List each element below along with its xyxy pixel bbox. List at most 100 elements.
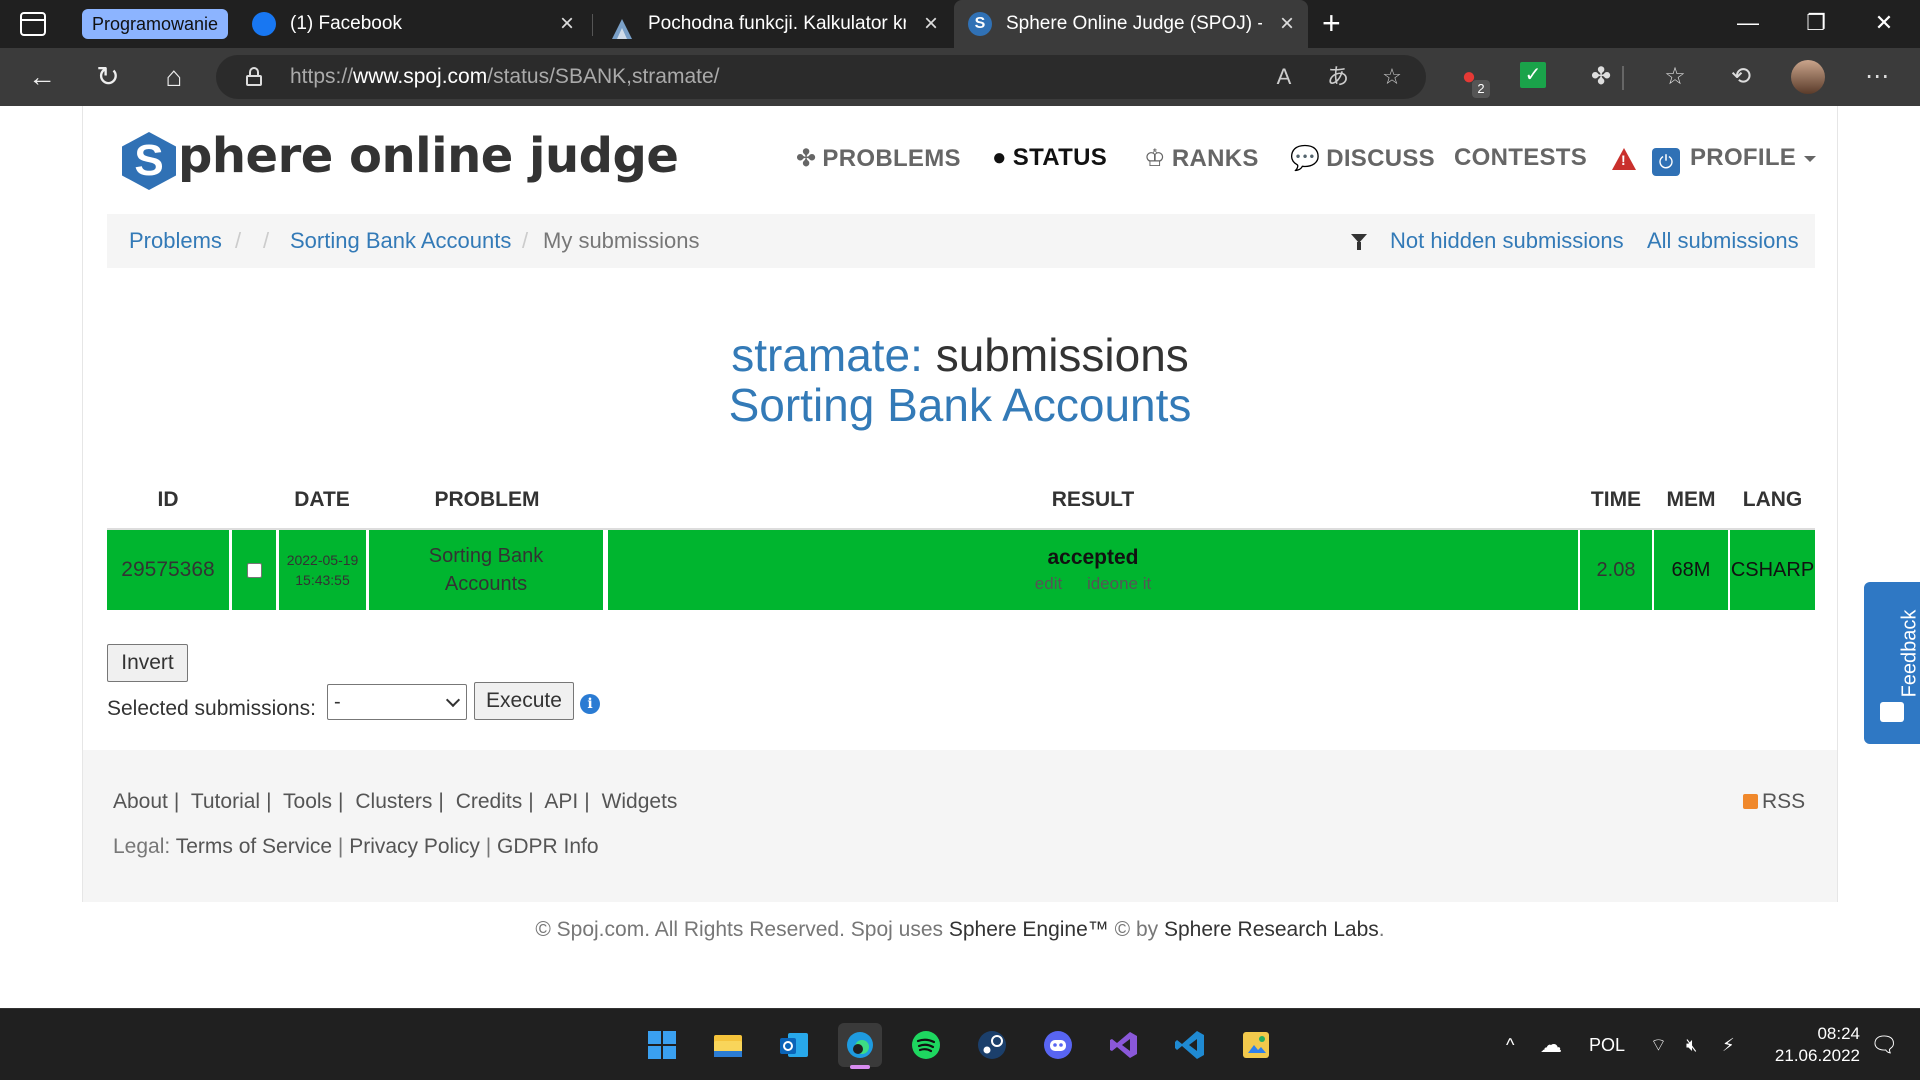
tab-facebook[interactable]: (1) Facebook ×: [238, 0, 588, 48]
windows-taskbar: ^ ☁ POL ⌔ 🔇︎ ⚡ 08:24 21.06.2022 🗨︎: [0, 1008, 1920, 1080]
vscode-button[interactable]: [1168, 1023, 1212, 1067]
close-window-button[interactable]: ✕: [1854, 0, 1914, 48]
discord-button[interactable]: [1036, 1023, 1080, 1067]
extensions-puzzle-icon[interactable]: ✤: [1586, 62, 1616, 92]
footer-link-tools[interactable]: Tools: [283, 790, 332, 813]
nav-discuss[interactable]: 💬 DISCUSS: [1290, 144, 1435, 173]
feedback-label: Feedback: [1898, 609, 1920, 698]
edge-button[interactable]: [838, 1023, 882, 1069]
submission-checkbox[interactable]: [246, 562, 262, 578]
new-tab-button[interactable]: +: [1322, 0, 1341, 46]
checkmark-extension-icon[interactable]: ✓: [1520, 62, 1546, 88]
read-aloud-icon[interactable]: A: [1270, 63, 1298, 91]
steam-button[interactable]: [970, 1023, 1014, 1067]
onedrive-cloud-icon[interactable]: ☁: [1540, 1009, 1562, 1080]
calculator-site-icon: [610, 12, 634, 39]
caret-down-icon: [1804, 155, 1817, 162]
privacy-policy-link[interactable]: Privacy Policy: [349, 835, 480, 858]
notifications-icon[interactable]: 🗨︎: [1870, 1009, 1898, 1080]
info-icon[interactable]: i: [580, 694, 600, 714]
footer-link-widgets[interactable]: Widgets: [602, 790, 678, 813]
sphere-engine-link[interactable]: Sphere Engine™: [949, 918, 1109, 941]
site-logo-text[interactable]: phere online judge: [178, 128, 679, 184]
nav-status[interactable]: ● STATUS: [992, 144, 1107, 172]
terms-of-service-link[interactable]: Terms of Service: [176, 835, 332, 858]
restore-button[interactable]: ❐: [1786, 0, 1846, 48]
show-hidden-icons-chevron-icon[interactable]: ^: [1506, 1009, 1514, 1080]
extension-badge: 2: [1472, 80, 1490, 98]
spotify-button[interactable]: [904, 1023, 948, 1067]
footer: About | Tutorial | Tools | Clusters | Credit…: [83, 750, 1837, 902]
edge-icon: [847, 1032, 873, 1058]
steam-icon: [978, 1031, 1006, 1059]
page-title-suffix: submissions: [935, 329, 1189, 381]
execute-button[interactable]: Execute: [474, 682, 574, 720]
edit-link[interactable]: edit: [1035, 574, 1062, 593]
favorites-icon[interactable]: ☆: [1660, 62, 1690, 92]
all-submissions-link[interactable]: All submissions: [1647, 214, 1799, 268]
minimize-button[interactable]: —: [1718, 0, 1778, 48]
refresh-icon[interactable]: ↻: [92, 61, 124, 93]
footer-link-api[interactable]: API: [544, 790, 578, 813]
gdpr-info-link[interactable]: GDPR Info: [497, 835, 599, 858]
nav-contests[interactable]: CONTESTS: [1454, 144, 1587, 172]
column-header-problem: PROBLEM: [434, 488, 540, 511]
footer-link-tutorial[interactable]: Tutorial: [191, 790, 260, 813]
translate-icon[interactable]: あ: [1324, 63, 1352, 91]
username-link[interactable]: stramate:: [731, 329, 923, 381]
footer-link-about[interactable]: About: [113, 790, 168, 813]
submission-problem-link[interactable]: Sorting Bank Accounts: [369, 530, 603, 610]
column-header-id: ID: [157, 488, 179, 511]
tab-pochodna[interactable]: Pochodna funkcji. Kalkulator krok po kro…: [596, 0, 952, 48]
breadcrumb-problem[interactable]: Sorting Bank Accounts: [290, 214, 511, 268]
nav-problems[interactable]: ✤ PROBLEMS: [796, 144, 961, 173]
volume-muted-icon[interactable]: 🔇︎: [1686, 1009, 1697, 1080]
sphere-research-labs-link[interactable]: Sphere Research Labs: [1164, 918, 1379, 941]
close-icon[interactable]: ×: [924, 0, 938, 48]
ideone-link[interactable]: ideone it: [1087, 574, 1151, 593]
tab-actions-icon[interactable]: [20, 12, 46, 36]
tab-title: (1) Facebook: [290, 13, 402, 34]
breadcrumb-problems[interactable]: Problems: [129, 214, 222, 268]
visual-studio-button[interactable]: [1102, 1023, 1146, 1067]
profile-avatar[interactable]: [1791, 60, 1825, 94]
not-hidden-submissions-link[interactable]: Not hidden submissions: [1390, 214, 1624, 268]
filter-icon: [1351, 234, 1367, 250]
keyboard-language[interactable]: POL: [1589, 1009, 1625, 1080]
problem-title-link[interactable]: Sorting Bank Accounts: [0, 378, 1920, 432]
spoj-icon: S: [968, 12, 992, 36]
system-clock[interactable]: 08:24 21.06.2022: [1772, 1023, 1860, 1067]
submission-id[interactable]: 29575368: [107, 530, 229, 610]
more-menu-icon[interactable]: ⋯: [1862, 62, 1892, 92]
footer-link-clusters[interactable]: Clusters: [355, 790, 432, 813]
tab-group-chip[interactable]: Programowanie: [82, 9, 229, 39]
battery-charging-icon[interactable]: ⚡: [1722, 1009, 1735, 1080]
page-title: stramate: submissions: [0, 328, 1920, 382]
add-favorite-icon[interactable]: ☆: [1378, 63, 1406, 91]
file-explorer-button[interactable]: [706, 1023, 750, 1067]
history-icon[interactable]: ⟲: [1726, 62, 1756, 92]
tab-spoj[interactable]: S Sphere Online Judge (SPOJ) - Status ×: [954, 0, 1308, 48]
warning-icon[interactable]: [1612, 148, 1636, 170]
action-select[interactable]: -: [327, 684, 467, 720]
image-tool-button[interactable]: [1234, 1023, 1278, 1067]
power-icon[interactable]: ⏻: [1652, 148, 1680, 176]
feedback-button[interactable]: Feedback: [1864, 582, 1920, 744]
rss-link[interactable]: RSS: [1743, 790, 1805, 814]
feedback-smile-icon: [1880, 702, 1904, 722]
lock-icon[interactable]: [246, 67, 262, 86]
footer-link-credits[interactable]: Credits: [456, 790, 523, 813]
back-arrow-icon[interactable]: ←: [26, 61, 58, 93]
outlook-button[interactable]: [772, 1023, 816, 1067]
close-icon[interactable]: ×: [1280, 0, 1294, 48]
home-icon[interactable]: ⌂: [158, 61, 190, 93]
nav-profile[interactable]: PROFILE: [1690, 144, 1817, 172]
url-field[interactable]: https://www.spoj.com/status/SBANK,strama…: [216, 55, 1426, 99]
invert-button[interactable]: Invert: [107, 644, 188, 682]
start-button[interactable]: [640, 1023, 684, 1067]
wifi-icon[interactable]: ⌔: [1650, 1009, 1667, 1080]
table-row: 29575368 2022-05-19 15:43:55 Sorting Ban…: [107, 530, 1815, 610]
close-icon[interactable]: ×: [560, 0, 574, 48]
nav-ranks[interactable]: ♔ RANKS: [1144, 144, 1259, 173]
breadcrumb-separator: /: [235, 228, 242, 253]
